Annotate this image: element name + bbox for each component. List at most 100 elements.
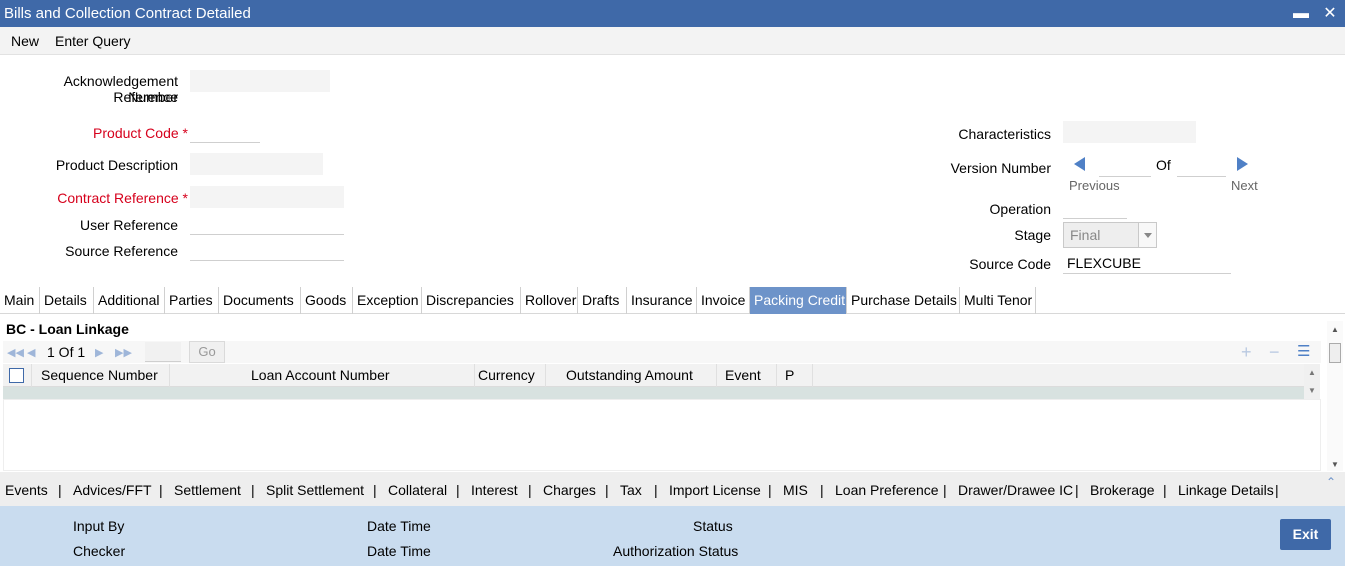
tab-goods[interactable]: Goods <box>301 287 353 314</box>
link-separator: | <box>654 482 658 498</box>
exit-button[interactable]: Exit <box>1280 519 1331 550</box>
link-charges[interactable]: Charges <box>543 482 596 498</box>
tab-parties[interactable]: Parties <box>165 287 219 314</box>
link-separator: | <box>605 482 609 498</box>
column-loan-account-number[interactable]: Loan Account Number <box>170 364 475 387</box>
link-separator: | <box>768 482 772 498</box>
tab-strip: Main Details Additional Parties Documents Goo… <box>0 287 1345 314</box>
source-reference-input[interactable] <box>190 239 344 261</box>
version-number-label: Version Number <box>950 160 1051 176</box>
checker-date-time-label: Date Time <box>367 543 431 559</box>
prev-page-icon[interactable]: ◀ <box>27 346 35 359</box>
page-number-input[interactable] <box>145 342 181 362</box>
input-by-label: Input By <box>73 518 125 534</box>
previous-caption[interactable]: Previous <box>1069 178 1120 193</box>
tab-purchase-details[interactable]: Purchase Details <box>847 287 960 314</box>
grid-scrollbar[interactable]: ▲ ▼ <box>1304 364 1320 399</box>
user-reference-input[interactable] <box>190 213 344 235</box>
link-brokerage[interactable]: Brokerage <box>1090 482 1155 498</box>
tab-packing-credit[interactable]: Packing Credit <box>750 287 847 314</box>
grid-body <box>3 399 1321 471</box>
link-tax[interactable]: Tax <box>620 482 642 498</box>
page-scroll-down-icon[interactable]: ▼ <box>1331 460 1339 469</box>
previous-arrow-icon[interactable] <box>1074 157 1085 171</box>
tab-exception[interactable]: Exception <box>353 287 422 314</box>
link-separator: | <box>1275 482 1279 498</box>
column-event[interactable]: Event <box>717 364 777 387</box>
scroll-thumb[interactable] <box>1329 343 1341 363</box>
link-mis[interactable]: MIS <box>783 482 808 498</box>
last-page-icon[interactable]: ▶▶ <box>115 346 132 359</box>
column-outstanding-amount[interactable]: Outstanding Amount <box>546 364 717 387</box>
single-view-icon[interactable]: ☰ <box>1297 341 1310 363</box>
page-scroll-up-icon[interactable]: ▲ <box>1331 325 1339 334</box>
operation-label: Operation <box>989 201 1051 217</box>
link-separator: | <box>820 482 824 498</box>
window-titlebar: Bills and Collection Contract Detailed ▬… <box>0 0 1345 27</box>
first-page-icon[interactable]: ◀◀ <box>7 346 24 359</box>
link-collateral[interactable]: Collateral <box>388 482 447 498</box>
stage-select[interactable]: Final <box>1063 222 1157 248</box>
stage-value: Final <box>1070 227 1101 243</box>
tab-documents[interactable]: Documents <box>219 287 301 314</box>
tab-insurance[interactable]: Insurance <box>627 287 697 314</box>
menu-enter-query[interactable]: Enter Query <box>55 33 130 49</box>
version-number-input[interactable] <box>1099 155 1151 177</box>
column-sequence-number[interactable]: Sequence Number <box>32 364 170 387</box>
characteristics-label: Characteristics <box>958 126 1051 142</box>
tab-additional[interactable]: Additional <box>94 287 165 314</box>
product-code-label: Product Code * <box>93 125 188 141</box>
authorization-status-label: Authorization Status <box>613 543 739 559</box>
subscreen-links-bar: ⌃ Events | Advices/FFT | Settlement | Split Se… <box>0 472 1345 506</box>
collapse-icon[interactable]: ⌃ <box>1326 475 1336 489</box>
column-p[interactable]: P <box>777 364 813 387</box>
contract-reference-input[interactable] <box>190 186 344 208</box>
next-page-icon[interactable]: ▶ <box>95 346 103 359</box>
link-separator: | <box>1075 482 1079 498</box>
link-events[interactable]: Events <box>5 482 48 498</box>
menu-new[interactable]: New <box>11 33 39 49</box>
table-row[interactable] <box>3 387 1304 399</box>
column-currency[interactable]: Currency <box>475 364 546 387</box>
next-arrow-icon[interactable] <box>1237 157 1248 171</box>
chevron-down-icon[interactable] <box>1138 223 1156 247</box>
tab-main[interactable]: Main <box>0 287 40 314</box>
tab-invoice[interactable]: Invoice <box>697 287 750 314</box>
source-code-label: Source Code <box>969 256 1051 272</box>
tab-drafts[interactable]: Drafts <box>578 287 627 314</box>
tab-details[interactable]: Details <box>40 287 94 314</box>
link-linkage-details[interactable]: Linkage Details <box>1178 482 1274 498</box>
audit-footer: Input By Checker Date Time Date Time Sta… <box>0 506 1345 566</box>
pager-text: 1 Of 1 <box>47 344 86 360</box>
link-split-settlement[interactable]: Split Settlement <box>266 482 364 498</box>
date-time-label: Date Time <box>367 518 431 534</box>
product-code-input[interactable] <box>190 121 260 143</box>
source-code-field: FLEXCUBE <box>1063 252 1231 274</box>
delete-row-icon[interactable]: − <box>1269 341 1280 363</box>
tab-discrepancies[interactable]: Discrepancies <box>422 287 521 314</box>
link-separator: | <box>159 482 163 498</box>
status-label: Status <box>693 518 733 534</box>
link-drawer-drawee-ic[interactable]: Drawer/Drawee IC <box>958 482 1073 498</box>
link-import-license[interactable]: Import License <box>669 482 761 498</box>
ack-ref-field[interactable] <box>190 70 330 92</box>
tab-rollover[interactable]: Rollover <box>521 287 578 314</box>
scroll-up-icon[interactable]: ▲ <box>1308 368 1316 377</box>
add-row-icon[interactable]: + <box>1241 341 1252 363</box>
link-settlement[interactable]: Settlement <box>174 482 241 498</box>
product-description-field <box>190 153 323 175</box>
next-caption[interactable]: Next <box>1231 178 1258 193</box>
scroll-down-icon[interactable]: ▼ <box>1308 386 1316 395</box>
window-title: Bills and Collection Contract Detailed <box>4 5 251 22</box>
link-separator: | <box>251 482 255 498</box>
close-icon[interactable]: ✕ <box>1320 0 1340 27</box>
link-interest[interactable]: Interest <box>471 482 518 498</box>
tab-multi-tenor[interactable]: Multi Tenor <box>960 287 1036 314</box>
link-advices-fft[interactable]: Advices/FFT <box>73 482 152 498</box>
minimize-icon[interactable]: ▬ <box>1291 0 1311 27</box>
link-loan-preference[interactable]: Loan Preference <box>835 482 939 498</box>
link-separator: | <box>1163 482 1167 498</box>
product-description-label: Product Description <box>55 157 178 173</box>
go-button[interactable]: Go <box>189 341 225 363</box>
page-scrollbar[interactable]: ▲ ▼ <box>1327 321 1343 471</box>
